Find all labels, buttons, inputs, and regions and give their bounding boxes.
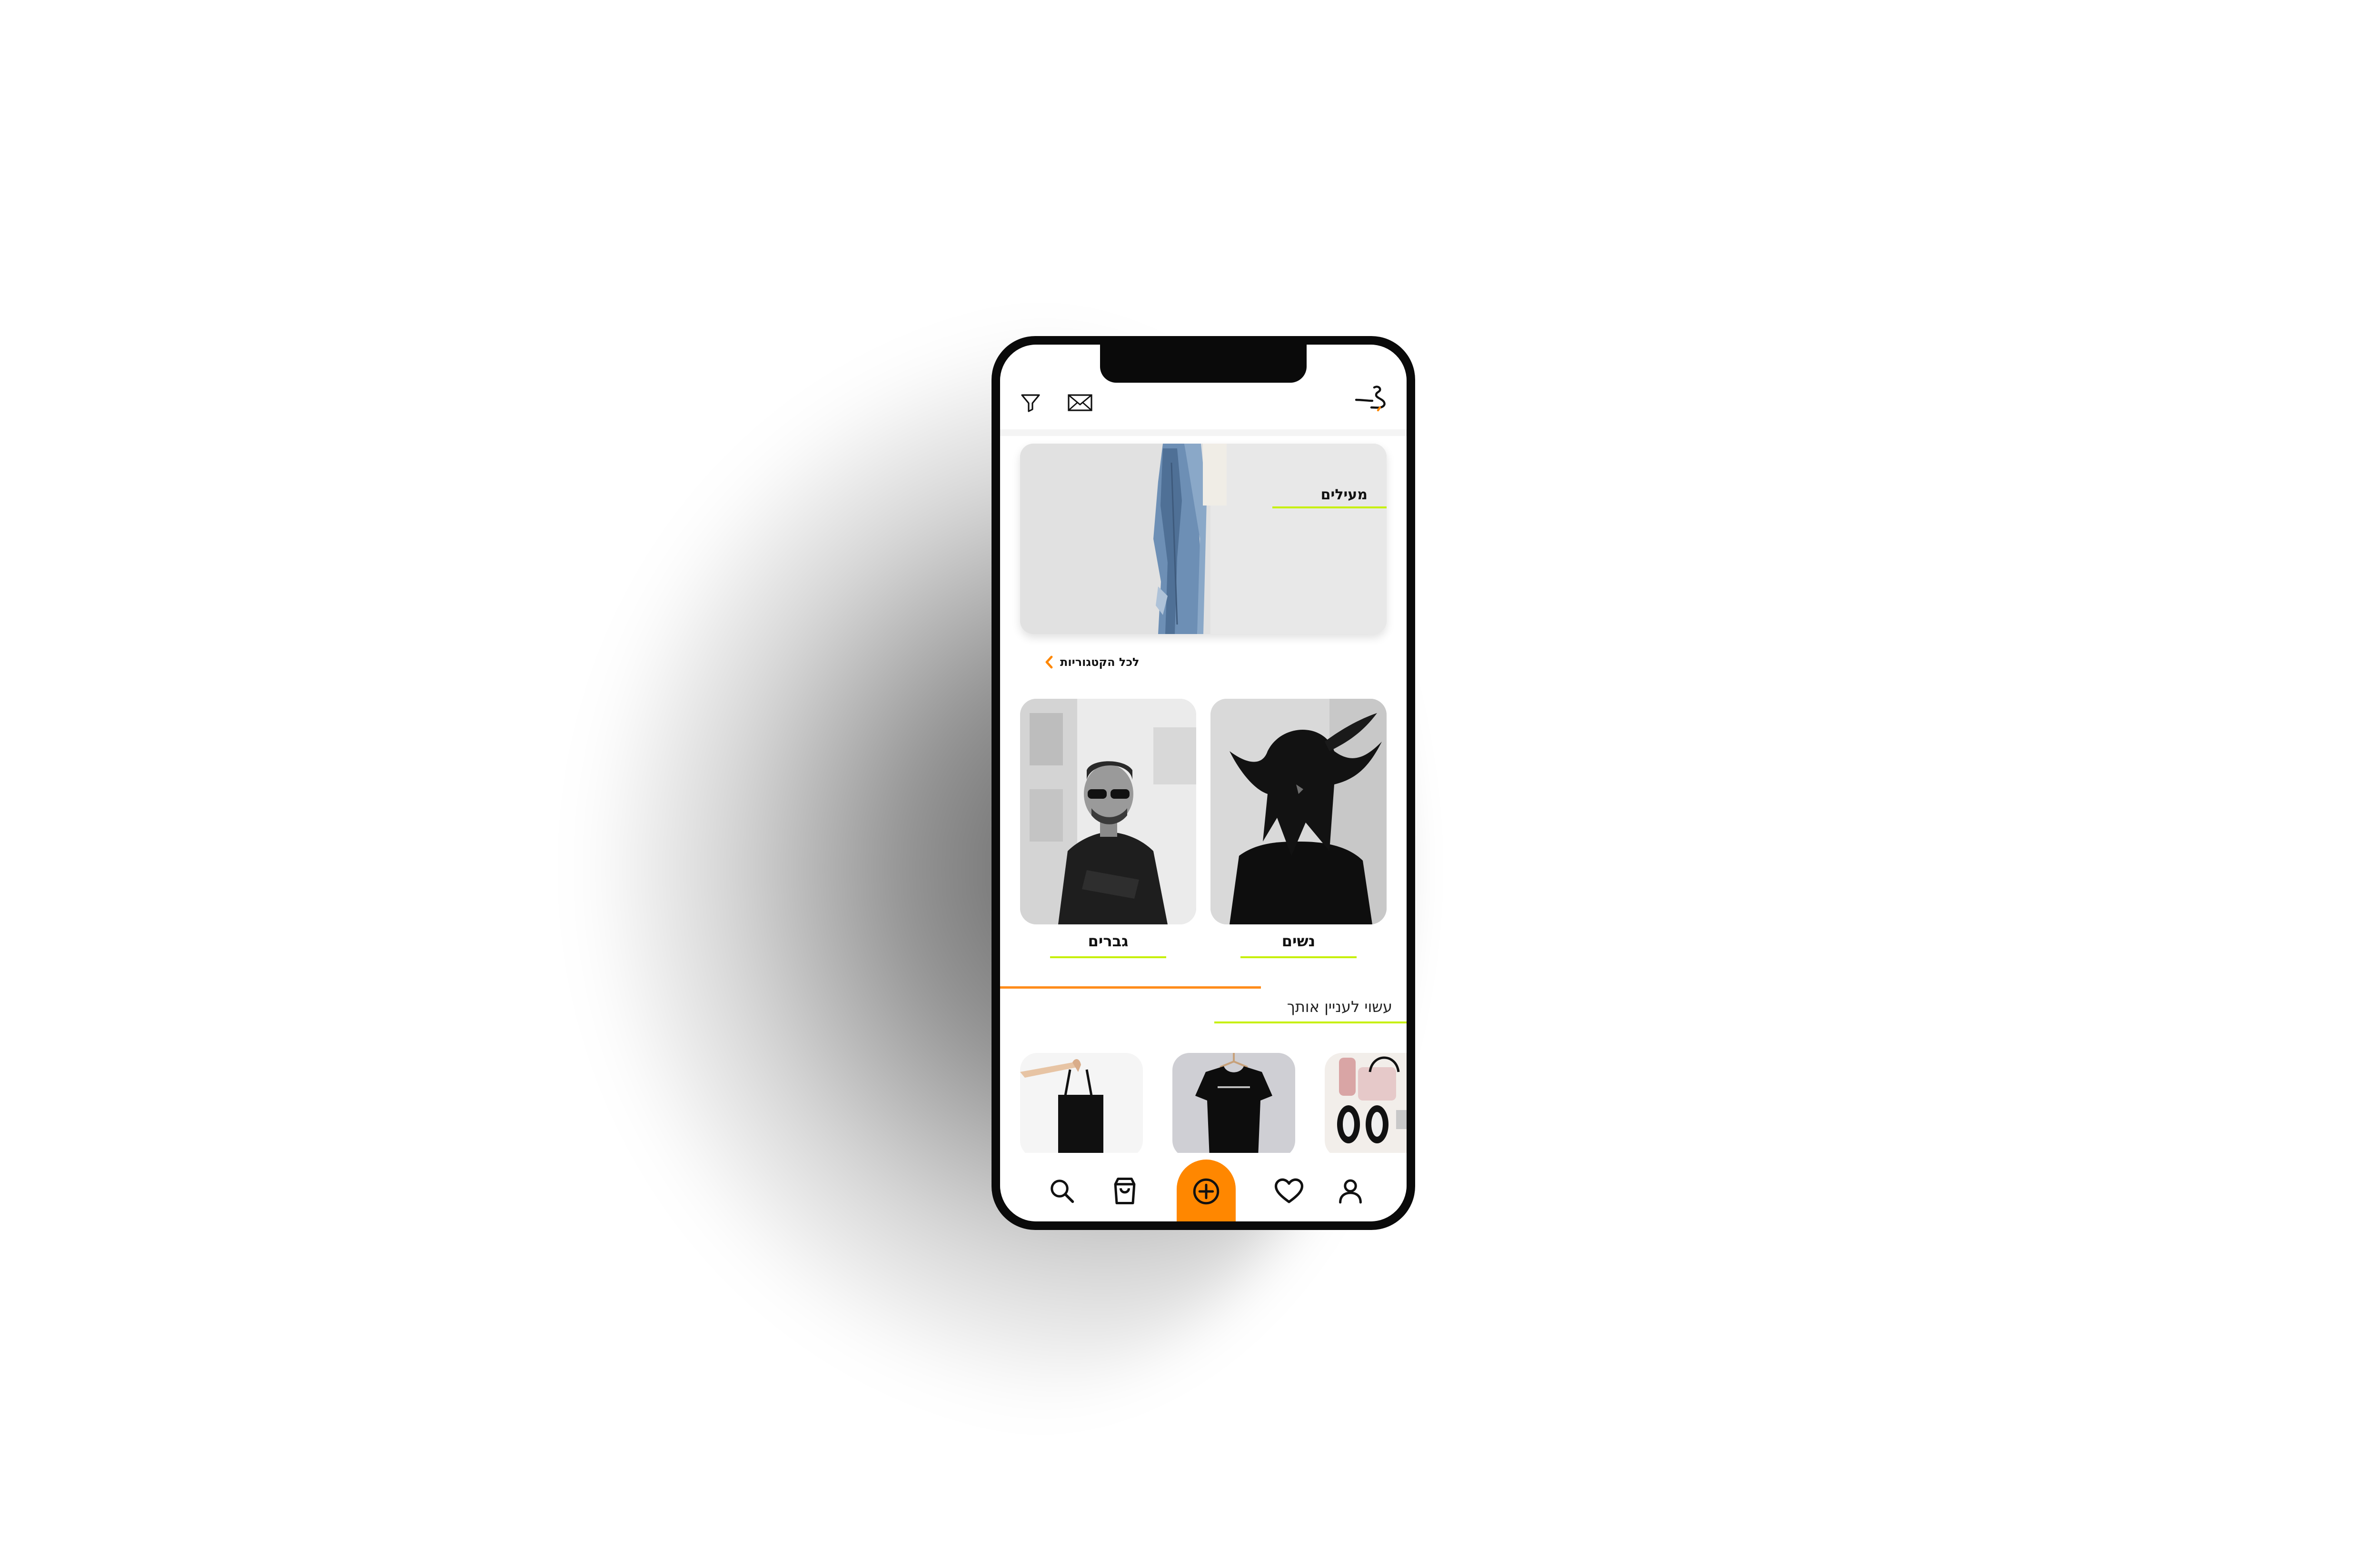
hanger-logo-icon	[1355, 386, 1386, 412]
top-divider	[1000, 429, 1407, 436]
category-underline-women	[1240, 956, 1357, 958]
category-card-men[interactable]	[1020, 699, 1196, 924]
category-underline-men	[1050, 956, 1166, 958]
tshirt-image	[1172, 1053, 1295, 1158]
banner-title: מעילים	[1320, 486, 1368, 503]
banner-card-coats[interactable]: מעילים	[1020, 444, 1387, 634]
section-divider-orange	[1000, 986, 1261, 989]
phone-notch	[1100, 345, 1307, 383]
category-card-women[interactable]	[1210, 699, 1387, 924]
man-photo	[1020, 699, 1196, 924]
filter-icon[interactable]	[1019, 391, 1042, 414]
product-card-tote-bag[interactable]	[1020, 1053, 1143, 1158]
banner-title-underline	[1272, 506, 1387, 508]
app-screen: מעילים לכל הקטגוריות גברים נשים עשוי לענ…	[1000, 345, 1407, 1221]
mail-icon[interactable]	[1067, 392, 1093, 413]
category-label-women: נשים	[1281, 932, 1316, 950]
shopping-bag-icon[interactable]	[1109, 1175, 1141, 1207]
recommendations-title: עשוי לעניין אותך	[1287, 998, 1392, 1016]
search-icon[interactable]	[1048, 1177, 1076, 1205]
product-card-tshirt[interactable]	[1172, 1053, 1295, 1158]
denim-jacket-image	[1020, 444, 1387, 634]
all-categories-link[interactable]: לכל הקטגוריות	[1044, 653, 1140, 672]
woman-photo	[1210, 699, 1387, 924]
tote-bag-image	[1020, 1053, 1143, 1158]
recommendations-underline	[1214, 1021, 1407, 1023]
category-label-men: גברים	[1088, 932, 1129, 950]
user-icon[interactable]	[1335, 1176, 1366, 1206]
chevron-left-icon	[1045, 655, 1053, 669]
heart-icon[interactable]	[1273, 1176, 1305, 1207]
add-circle-icon[interactable]	[1190, 1176, 1222, 1207]
accessories-image	[1325, 1053, 1407, 1158]
product-card-accessories[interactable]	[1325, 1053, 1407, 1158]
all-categories-label: לכל הקטגוריות	[1060, 655, 1140, 669]
phone-frame: מעילים לכל הקטגוריות גברים נשים עשוי לענ…	[992, 336, 1415, 1230]
